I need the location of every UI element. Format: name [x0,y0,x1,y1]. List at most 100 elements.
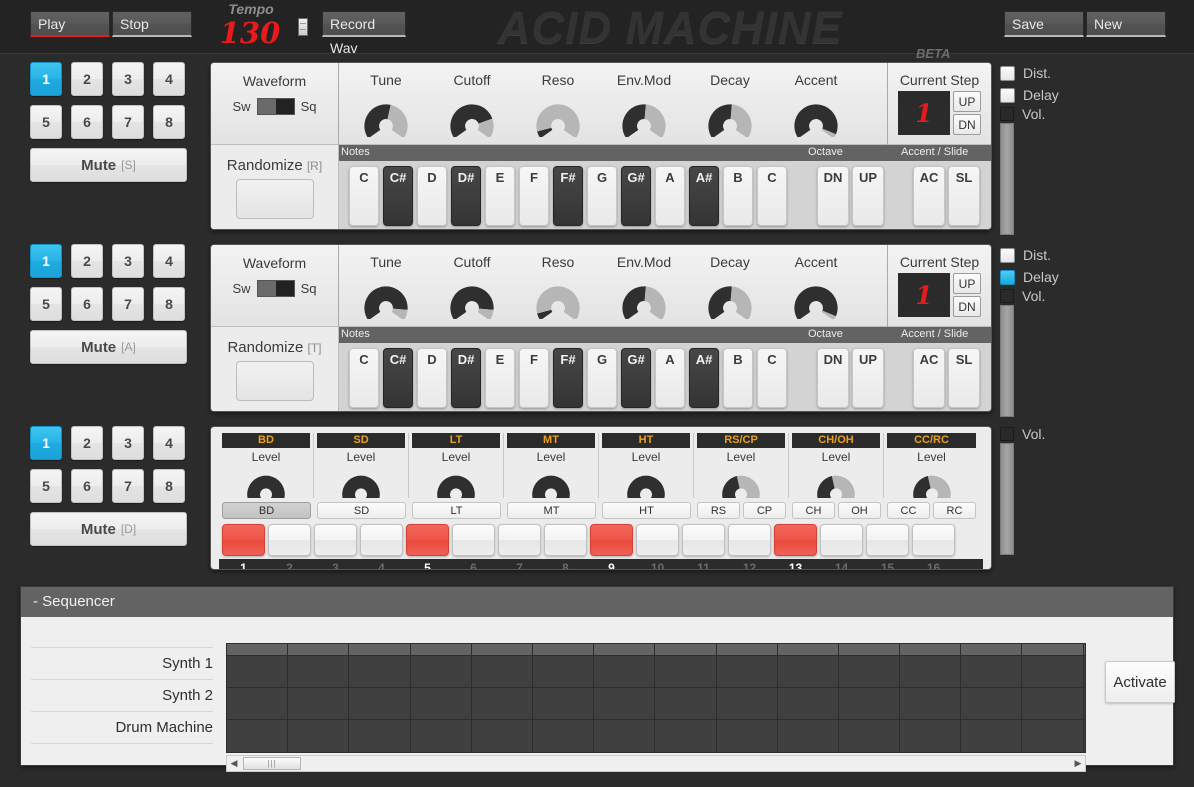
synth2-key-F-5[interactable]: F [519,348,549,408]
synth2-pattern-2[interactable]: 2 [71,244,103,278]
synth1-knob-dial[interactable] [446,91,498,137]
drum-pattern-4[interactable]: 4 [153,426,185,460]
drum-level-knob[interactable] [338,464,384,498]
synth2-octave-up[interactable]: UP [852,348,884,408]
synth2-knob-dial[interactable] [446,273,498,319]
sequencer-cell[interactable] [900,656,961,687]
save-button[interactable]: Save [1004,11,1084,37]
synth1-knob-accent[interactable]: Accent [773,63,859,145]
synth2-pattern-4[interactable]: 4 [153,244,185,278]
drum-step-9[interactable] [590,524,633,556]
synth1-key-B-11[interactable]: B [723,166,753,226]
drum-step-5[interactable] [406,524,449,556]
synth1-key-C-0[interactable]: C [349,166,379,226]
synth2-delay-checkbox[interactable] [1000,270,1015,285]
synth2-octave-dn[interactable]: DN [817,348,849,408]
synth2-knob-reso[interactable]: Reso [515,245,601,327]
synth1-pattern-4[interactable]: 4 [153,62,185,96]
drum-step-15[interactable] [866,524,909,556]
synth1-step-up-button[interactable]: UP [953,91,981,112]
synth1-randomize-button[interactable] [236,179,314,219]
synth2-volume-handle[interactable] [1000,289,1014,303]
synth2-pattern-6[interactable]: 6 [71,287,103,321]
synth1-knob-dial[interactable] [704,91,756,137]
scroll-left-arrow[interactable]: ◀ [227,758,241,769]
synth2-randomize-button[interactable] [236,361,314,401]
sequencer-cell[interactable] [655,656,716,687]
sequencer-cell[interactable] [594,720,655,752]
synth1-knob-dial[interactable] [532,91,584,137]
synth2-key-Dsharp-3[interactable]: D# [451,348,481,408]
synth2-pattern-1[interactable]: 1 [30,244,62,278]
drum-select-ch[interactable]: CH [792,502,835,519]
sequencer-cell[interactable] [472,720,533,752]
synth1-ac-button[interactable]: AC [913,166,945,226]
synth1-sl-button[interactable]: SL [948,166,980,226]
sequencer-cell[interactable] [778,688,839,719]
synth1-pattern-2[interactable]: 2 [71,62,103,96]
sequencer-cell[interactable] [839,656,900,687]
sequencer-cell[interactable] [655,688,716,719]
sequencer-cell[interactable] [961,720,1022,752]
drum-step-8[interactable] [544,524,587,556]
sequencer-cell[interactable] [411,656,472,687]
sequencer-cell[interactable] [900,688,961,719]
synth1-knob-dial[interactable] [790,91,842,137]
synth2-knob-decay[interactable]: Decay [687,245,773,327]
synth2-knob-dial[interactable] [790,273,842,319]
synth2-key-C-12[interactable]: C [757,348,787,408]
drum-level-knob[interactable] [813,464,859,498]
synth1-mute-button[interactable]: Mute [S] [30,148,187,182]
record-wav-button[interactable]: Record Wav [322,11,406,37]
synth2-key-A-9[interactable]: A [655,348,685,408]
synth2-knob-dial[interactable] [360,273,412,319]
synth1-octave-dn[interactable]: DN [817,166,849,226]
synth1-key-F-5[interactable]: F [519,166,549,226]
drum-level-knob[interactable] [718,464,764,498]
synth2-key-Csharp-1[interactable]: C# [383,348,413,408]
drum-select-cc[interactable]: CC [887,502,930,519]
drum-step-1[interactable] [222,524,265,556]
drum-level-knob[interactable] [243,464,289,498]
synth1-pattern-5[interactable]: 5 [30,105,62,139]
synth2-key-E-4[interactable]: E [485,348,515,408]
synth2-knob-dial[interactable] [704,273,756,319]
sequencer-cell[interactable] [717,656,778,687]
synth2-knob-envmod[interactable]: Env.Mod [601,245,687,327]
sequencer-cell[interactable] [472,656,533,687]
synth1-key-E-4[interactable]: E [485,166,515,226]
sequencer-cell[interactable] [533,688,594,719]
synth1-dist-checkbox[interactable] [1000,66,1015,81]
synth1-key-Dsharp-3[interactable]: D# [451,166,481,226]
synth1-pattern-1[interactable]: 1 [30,62,62,96]
synth1-delay-checkbox[interactable] [1000,88,1015,103]
synth2-knob-accent[interactable]: Accent [773,245,859,327]
sequencer-cell[interactable] [1022,656,1083,687]
synth1-key-G-7[interactable]: G [587,166,617,226]
drum-select-ht[interactable]: HT [602,502,691,519]
drum-select-rs[interactable]: RS [697,502,740,519]
drum-pattern-2[interactable]: 2 [71,426,103,460]
sequencer-cell[interactable] [717,720,778,752]
drum-select-sd[interactable]: SD [317,502,406,519]
synth2-key-B-11[interactable]: B [723,348,753,408]
synth2-volume-slider[interactable] [1000,305,1014,417]
scroll-right-arrow[interactable]: ▶ [1071,758,1085,769]
synth1-key-Gsharp-8[interactable]: G# [621,166,651,226]
synth2-pattern-3[interactable]: 3 [112,244,144,278]
synth1-pattern-8[interactable]: 8 [153,105,185,139]
sequencer-cell[interactable] [533,720,594,752]
drum-pattern-6[interactable]: 6 [71,469,103,503]
drum-level-knob[interactable] [909,464,955,498]
synth1-knob-dial[interactable] [360,91,412,137]
synth1-key-D-2[interactable]: D [417,166,447,226]
drum-select-lt[interactable]: LT [412,502,501,519]
sequencer-cell[interactable] [227,656,288,687]
drum-level-knob[interactable] [623,464,669,498]
sequencer-cell[interactable] [594,656,655,687]
synth2-sl-button[interactable]: SL [948,348,980,408]
scroll-thumb[interactable]: ||| [243,757,301,770]
sequencer-cell[interactable] [778,656,839,687]
drum-step-10[interactable] [636,524,679,556]
synth2-step-up-button[interactable]: UP [953,273,981,294]
